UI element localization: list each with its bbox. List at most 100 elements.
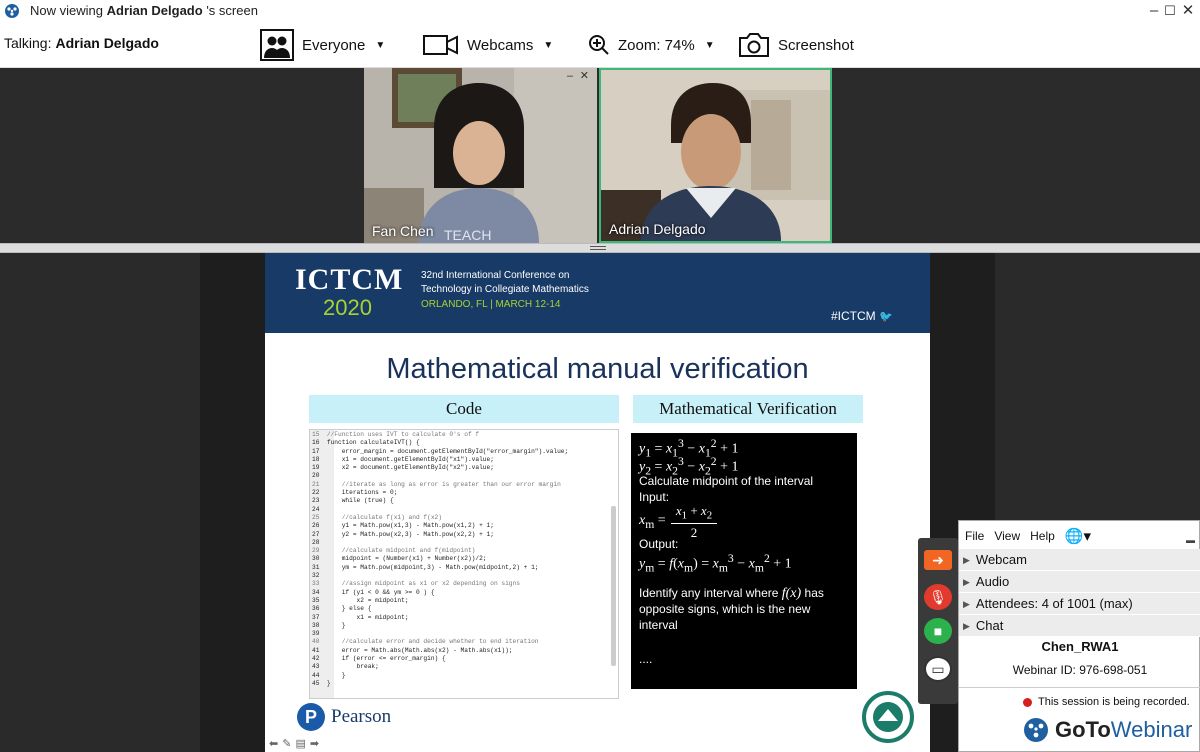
arrow-right-icon[interactable]: ➜	[924, 550, 952, 570]
code-editor-screenshot: 15 //Function uses IVT to calculate 0's …	[309, 429, 619, 699]
code-line: 23 while (true) {	[312, 497, 394, 505]
code-line: 20	[312, 472, 320, 480]
screenshot-button[interactable]: Screenshot	[738, 28, 854, 62]
zoom-dropdown[interactable]: Zoom: 74% ▼	[588, 28, 715, 62]
webcam-icon	[423, 35, 458, 55]
code-scrollbar	[611, 506, 616, 666]
webcam-tile-fan-chen[interactable]: TEACH – ✕ Fan Chen	[364, 68, 597, 243]
globe-icon[interactable]: 🌐▾	[1065, 527, 1091, 545]
code-line: 45 }	[312, 679, 331, 687]
window-title: Now viewing Adrian Delgado 's screen	[30, 3, 258, 18]
menu-help[interactable]: Help	[1030, 529, 1055, 543]
expand-icon: ▶	[963, 620, 970, 631]
code-header: Code	[309, 395, 619, 423]
arrow-left-icon[interactable]: ⬅	[269, 737, 278, 750]
menu-view[interactable]: View	[994, 529, 1020, 543]
video-icon[interactable]: ■	[924, 618, 952, 644]
chevron-down-icon: ▼	[543, 39, 554, 51]
math-header: Mathematical Verification	[633, 395, 863, 423]
calc-midpoint-text: Calculate midpoint of the interval	[639, 474, 814, 488]
webcam-name: Adrian Delgado	[609, 221, 706, 237]
presenter-name: Adrian Delgado	[106, 3, 203, 18]
hashtag: #ICTCM 🐦	[831, 309, 893, 323]
webcam-tile-adrian-delgado[interactable]: Adrian Delgado	[599, 68, 832, 243]
section-webcam[interactable]: ▶ Webcam	[959, 549, 1200, 571]
code-line: 27 y2 = Math.pow(x2,3) - Math.pow(x2,2) …	[312, 530, 494, 538]
code-line: 36 } else {	[312, 605, 372, 613]
code-line: 30 midpoint = (Number(x1) + Number(x2))/…	[312, 555, 487, 563]
user-name: Chen_RWA1	[1041, 639, 1119, 654]
goto-control-panel: File View Help 🌐▾ ▬ ▶ Webcam ▶ Audio ▶ Atte…	[958, 520, 1200, 752]
code-line: 41 error = Math.abs(Math.abs(x2) - Math.…	[312, 646, 513, 654]
el-paso-college-seal	[862, 691, 914, 743]
camera-icon	[739, 33, 769, 57]
panel-menu: File View Help 🌐▾	[965, 527, 1091, 545]
code-line: 28	[312, 538, 320, 546]
tile-minimize-icon[interactable]: –	[567, 70, 573, 82]
zoom-icon	[589, 35, 609, 55]
control-column: ➜ 🎙 ■ ▭	[918, 538, 958, 704]
record-dot-icon	[1023, 697, 1032, 707]
code-line: 15 //Function uses IVT to calculate 0's …	[312, 431, 480, 438]
people-icon	[260, 29, 294, 61]
chevron-down-icon: ▼	[704, 39, 715, 51]
slide-navigation: ⬅ ✎ ▤ ➡	[269, 737, 319, 750]
webcams-dropdown[interactable]: Webcams ▼	[423, 28, 553, 62]
panel-collapse-icon[interactable]: ▬	[1186, 535, 1195, 545]
code-line: 42 if (error <= error_margin) {	[312, 655, 446, 663]
talking-indicator: Talking: Adrian Delgado	[4, 35, 159, 51]
code-line: 38 }	[312, 621, 346, 629]
code-line: 24	[312, 505, 320, 513]
section-chat[interactable]: ▶ Chat	[959, 615, 1200, 637]
audience-dropdown[interactable]: Everyone ▼	[260, 28, 385, 62]
toolbar: Talking: Adrian Delgado Everyone ▼ Webcams…	[0, 22, 1200, 68]
identify-text-3: interval	[639, 618, 678, 632]
menu-file[interactable]: File	[965, 529, 984, 543]
twitter-icon: 🐦	[879, 311, 893, 323]
code-line: 19 x2 = document.getElementById("x2").va…	[312, 464, 494, 472]
menu-icon[interactable]: ▤	[295, 737, 305, 750]
expand-icon: ▶	[963, 598, 970, 609]
arrow-right-icon[interactable]: ➡	[310, 737, 319, 750]
output-label: Output:	[639, 537, 679, 551]
code-line: 25 //calculate f(x1) and f(x2)	[312, 513, 442, 521]
code-listing: 15 //Function uses IVT to calculate 0's …	[312, 431, 568, 688]
expand-icon: ▶	[963, 554, 970, 565]
maximize-icon[interactable]: ☐	[1160, 1, 1180, 21]
pearson-logo: P Pearson	[297, 703, 391, 731]
code-line: 26 y1 = Math.pow(x1,3) - Math.pow(x1,2) …	[312, 522, 494, 530]
code-line: 39	[312, 630, 320, 638]
ellipsis-text: ....	[639, 652, 653, 666]
webcam-strip: TEACH – ✕ Fan Chen Adrian Delgado	[0, 68, 1200, 243]
tile-close-icon[interactable]: ✕	[580, 69, 589, 82]
recording-notice: This session is being recorded.	[1023, 696, 1190, 708]
identify-text-1: Identify any interval where f(x) has	[639, 586, 824, 601]
screen-icon[interactable]: ▭	[924, 656, 952, 682]
conference-location: ORLANDO, FL | MARCH 12-14	[421, 299, 561, 310]
pen-icon[interactable]: ✎	[282, 737, 291, 750]
chevron-down-icon: ▼	[375, 39, 386, 51]
equation-xm-lhs: xm =	[639, 513, 666, 531]
code-line: 37 x1 = midpoint;	[312, 613, 409, 621]
code-line: 43 break;	[312, 663, 379, 671]
panel-splitter[interactable]	[0, 243, 1200, 253]
code-line: 17 error_margin = document.getElementByI…	[312, 447, 569, 455]
equation-ym: ym = f(xm) = xm3 − xm2 + 1	[639, 552, 792, 575]
section-audio[interactable]: ▶ Audio	[959, 571, 1200, 593]
code-line: 40 //calculate error and decide whether …	[312, 638, 539, 646]
conference-name: 32nd International Conference on Technol…	[421, 270, 589, 295]
mic-muted-icon[interactable]: 🎙	[924, 584, 952, 610]
ictcm-year: 2020	[323, 295, 372, 320]
code-line: 44 }	[312, 671, 346, 679]
svg-text:TEACH: TEACH	[444, 227, 491, 243]
gotowebinar-logo: GoToWebinar	[1023, 717, 1192, 743]
slide-title: Mathematical manual verification	[386, 353, 809, 385]
code-line: 16 function calculateIVT() {	[312, 439, 420, 447]
close-icon[interactable]: ✕	[1178, 1, 1198, 21]
code-line: 32	[312, 572, 320, 580]
webcam-video-adrian-delgado	[601, 70, 830, 241]
code-line: 31 ym = Math.pow(midpoint,3) - Math.pow(…	[312, 563, 539, 571]
title-bar: Now viewing Adrian Delgado 's screen – ☐…	[0, 0, 1200, 22]
goto-logo-icon	[1024, 718, 1048, 742]
section-attendees[interactable]: ▶ Attendees: 4 of 1001 (max)	[959, 593, 1200, 615]
